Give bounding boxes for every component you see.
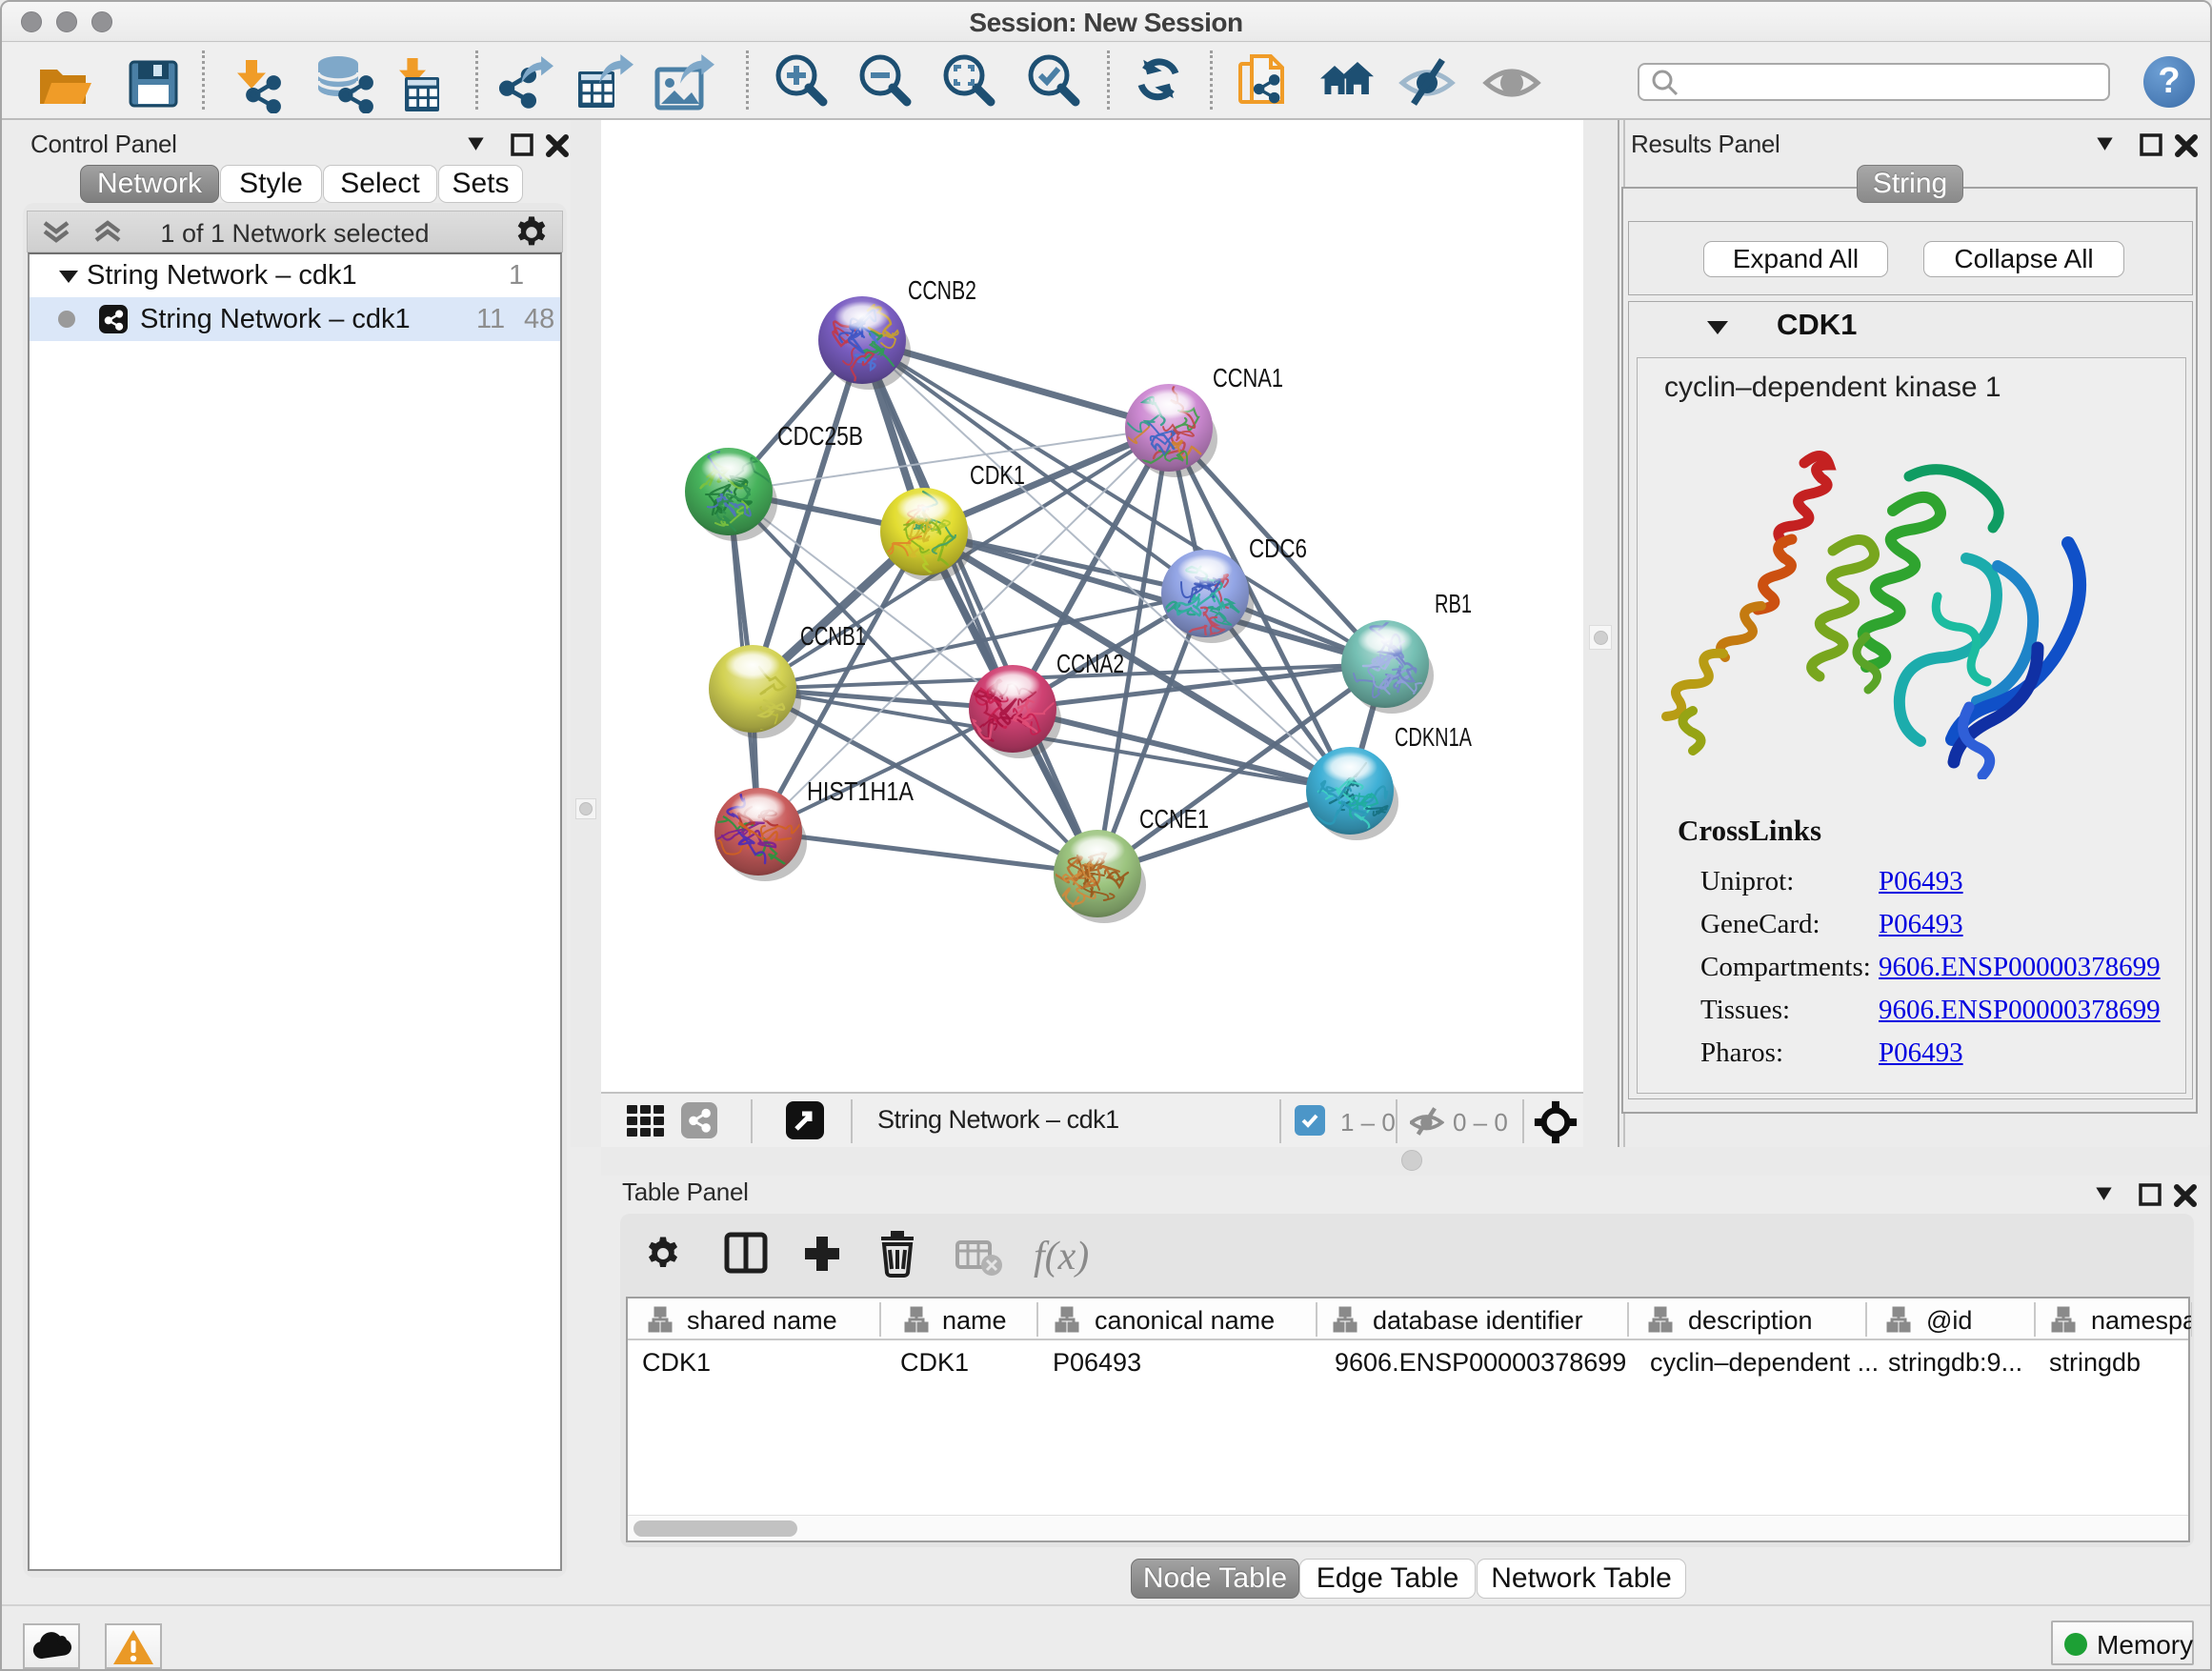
svg-text:HIST1H1A: HIST1H1A xyxy=(807,776,914,806)
svg-text:cyclin–dependent ...: cyclin–dependent ... xyxy=(1650,1348,1879,1377)
svg-text:CCNA2: CCNA2 xyxy=(1056,649,1124,678)
svg-text:description: description xyxy=(1688,1306,1813,1335)
svg-text:CDK1: CDK1 xyxy=(900,1348,969,1377)
svg-text:stringdb:9...: stringdb:9... xyxy=(1888,1348,2022,1377)
svg-text:CDK1: CDK1 xyxy=(970,460,1025,490)
svg-text:CDKN1A: CDKN1A xyxy=(1395,722,1472,752)
svg-text:CDK1: CDK1 xyxy=(642,1348,711,1377)
svg-text:CCNA1: CCNA1 xyxy=(1213,363,1283,393)
svg-text:@id: @id xyxy=(1926,1306,1972,1335)
svg-text:namespace: namespace xyxy=(2091,1306,2192,1335)
svg-text:RB1: RB1 xyxy=(1435,589,1472,618)
svg-text:f(x): f(x) xyxy=(1034,1235,1089,1278)
svg-text:CDC6: CDC6 xyxy=(1249,534,1307,563)
svg-text:CCNB2: CCNB2 xyxy=(908,275,976,305)
svg-text:CDC25B: CDC25B xyxy=(777,421,863,451)
svg-text:P06493: P06493 xyxy=(1053,1348,1141,1377)
svg-text:shared name: shared name xyxy=(687,1306,837,1335)
svg-text:CCNE1: CCNE1 xyxy=(1139,804,1209,834)
svg-text:canonical name: canonical name xyxy=(1095,1306,1275,1335)
svg-text:stringdb: stringdb xyxy=(2049,1348,2141,1377)
svg-text:name: name xyxy=(942,1306,1007,1335)
svg-text:9606.ENSP00000378699: 9606.ENSP00000378699 xyxy=(1335,1348,1626,1377)
svg-text:CCNB1: CCNB1 xyxy=(800,621,866,651)
svg-text:database identifier: database identifier xyxy=(1373,1306,1583,1335)
